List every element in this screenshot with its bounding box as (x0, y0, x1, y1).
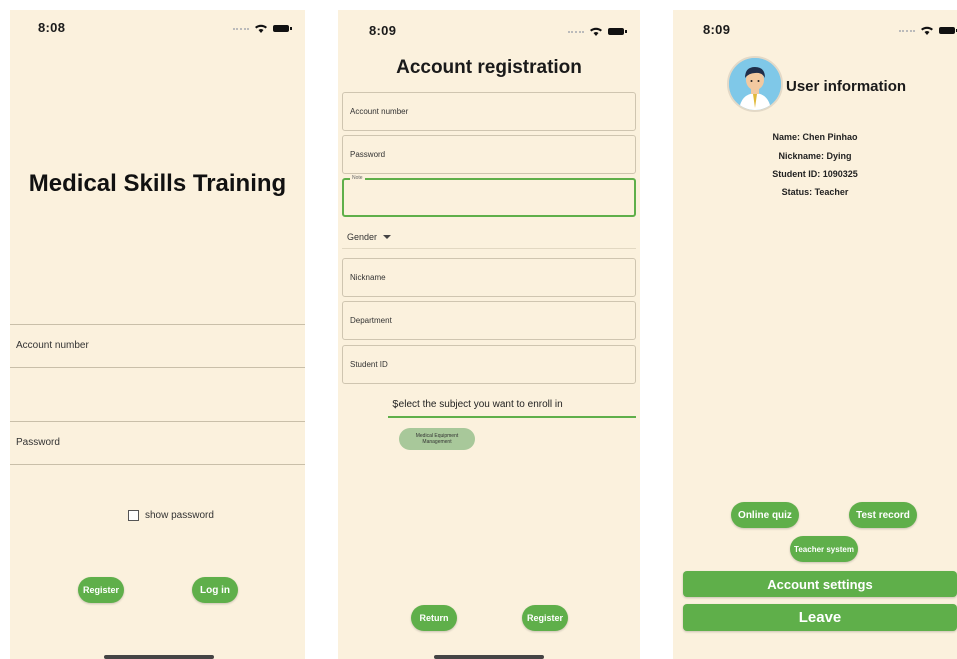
user-info-screen: 8:09 User information Name: Chen Pinhao … (673, 10, 957, 659)
password-placeholder: Password (350, 150, 386, 159)
student-id-field[interactable]: Student ID (342, 345, 636, 384)
account-number-placeholder: Account number (350, 107, 409, 116)
app-title: Medical Skills Training (28, 170, 287, 197)
nickname-field[interactable]: Nickname (342, 258, 636, 297)
subject-select[interactable]: Select the subject you want to enroll in… (388, 394, 636, 418)
nickname-placeholder: Nickname (350, 273, 386, 282)
battery-icon (273, 24, 292, 32)
password-field[interactable]: Password (342, 135, 636, 174)
password-field[interactable]: Password (10, 421, 305, 465)
note-label: Note (350, 175, 365, 181)
home-indicator (104, 655, 214, 659)
wifi-icon (590, 27, 602, 36)
subject-chip-line2: Management (422, 439, 452, 445)
wifi-icon (255, 24, 267, 33)
registration-screen: 8:09 Account registration Account number… (338, 10, 640, 659)
department-placeholder: Department (350, 316, 392, 325)
signal-icon (568, 30, 584, 36)
page-title: Account registration (396, 57, 582, 78)
user-status: Status: Teacher (781, 187, 849, 197)
user-name: Name: Chen Pinhao (772, 132, 858, 142)
show-password-label: show password (145, 510, 214, 521)
note-field[interactable]: Note (342, 175, 636, 217)
account-number-field[interactable]: Account number (342, 92, 636, 131)
register-button[interactable]: Register (522, 605, 568, 631)
login-button[interactable]: Log in (192, 577, 238, 603)
status-bar: 8:09 (338, 18, 640, 38)
login-screen: 8:08 Medical Skills Training Account num… (10, 10, 305, 659)
battery-icon (939, 26, 957, 34)
user-student-id: Student ID: 1090325 (772, 169, 858, 179)
home-indicator (434, 655, 544, 659)
page-title: User information (786, 78, 907, 95)
gender-label: Gender (347, 232, 378, 242)
signal-icon (899, 29, 915, 35)
department-field[interactable]: Department (342, 301, 636, 340)
leave-button[interactable]: Leave (683, 604, 957, 631)
student-id-placeholder: Student ID (350, 360, 388, 369)
avatar (727, 56, 783, 112)
status-time: 8:09 (369, 23, 397, 38)
account-settings-button[interactable]: Account settings (683, 571, 957, 597)
arrow-down-icon: ↓ (392, 396, 399, 411)
return-button[interactable]: Return (411, 605, 457, 631)
register-button[interactable]: Register (78, 577, 124, 603)
user-nickname: Nickname: Dying (778, 151, 852, 161)
password-placeholder: Password (16, 437, 60, 448)
teacher-system-button[interactable]: Teacher system (790, 536, 858, 562)
user-avatar-icon (729, 58, 781, 110)
subject-chip[interactable]: Medical Equipment Management (399, 428, 475, 450)
dropdown-arrow-icon (383, 235, 392, 239)
gender-divider (342, 248, 636, 249)
status-time: 8:09 (703, 22, 731, 37)
account-number-placeholder: Account number (16, 340, 89, 351)
status-bar: 8:09 (673, 18, 957, 38)
show-password-checkbox[interactable] (128, 510, 139, 521)
wifi-icon (921, 26, 933, 35)
gender-dropdown[interactable]: Gender (347, 232, 392, 242)
status-time: 8:08 (38, 20, 66, 35)
test-record-button[interactable]: Test record (849, 502, 917, 528)
battery-icon (608, 27, 627, 35)
signal-icon (233, 27, 249, 33)
online-quiz-button[interactable]: Online quiz (731, 502, 799, 528)
account-number-field[interactable]: Account number (10, 324, 305, 368)
show-password-row: show password (128, 510, 214, 521)
status-bar: 8:08 (10, 18, 305, 38)
